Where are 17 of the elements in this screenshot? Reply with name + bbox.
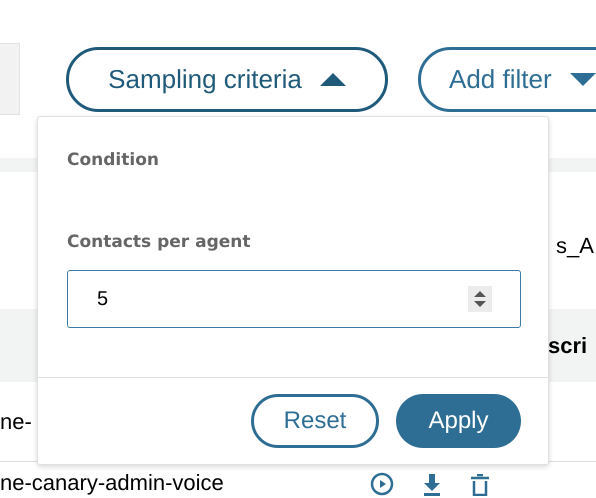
apply-button[interactable]: Apply	[396, 394, 521, 448]
spinner-icon[interactable]	[468, 286, 492, 312]
number-field[interactable]: 5	[67, 270, 521, 328]
table-cell: ne-	[0, 408, 32, 434]
caret-icon	[320, 73, 346, 86]
caret-icon	[570, 73, 596, 86]
field-label: Contacts per agent	[67, 230, 250, 254]
add-filter-button[interactable]: Add filter	[418, 47, 596, 112]
table-cell-text: s_A	[556, 232, 594, 260]
reset-button[interactable]: Reset	[251, 394, 379, 448]
column-header: scri	[548, 332, 588, 360]
sampling-criteria-button[interactable]: Sampling criteria	[66, 47, 388, 112]
trash-icon[interactable]	[470, 474, 490, 496]
play-icon[interactable]	[370, 472, 394, 496]
download-icon[interactable]	[422, 474, 442, 496]
table-cell: ne-canary-admin-voice	[0, 470, 224, 496]
section-title: Condition	[67, 149, 159, 172]
